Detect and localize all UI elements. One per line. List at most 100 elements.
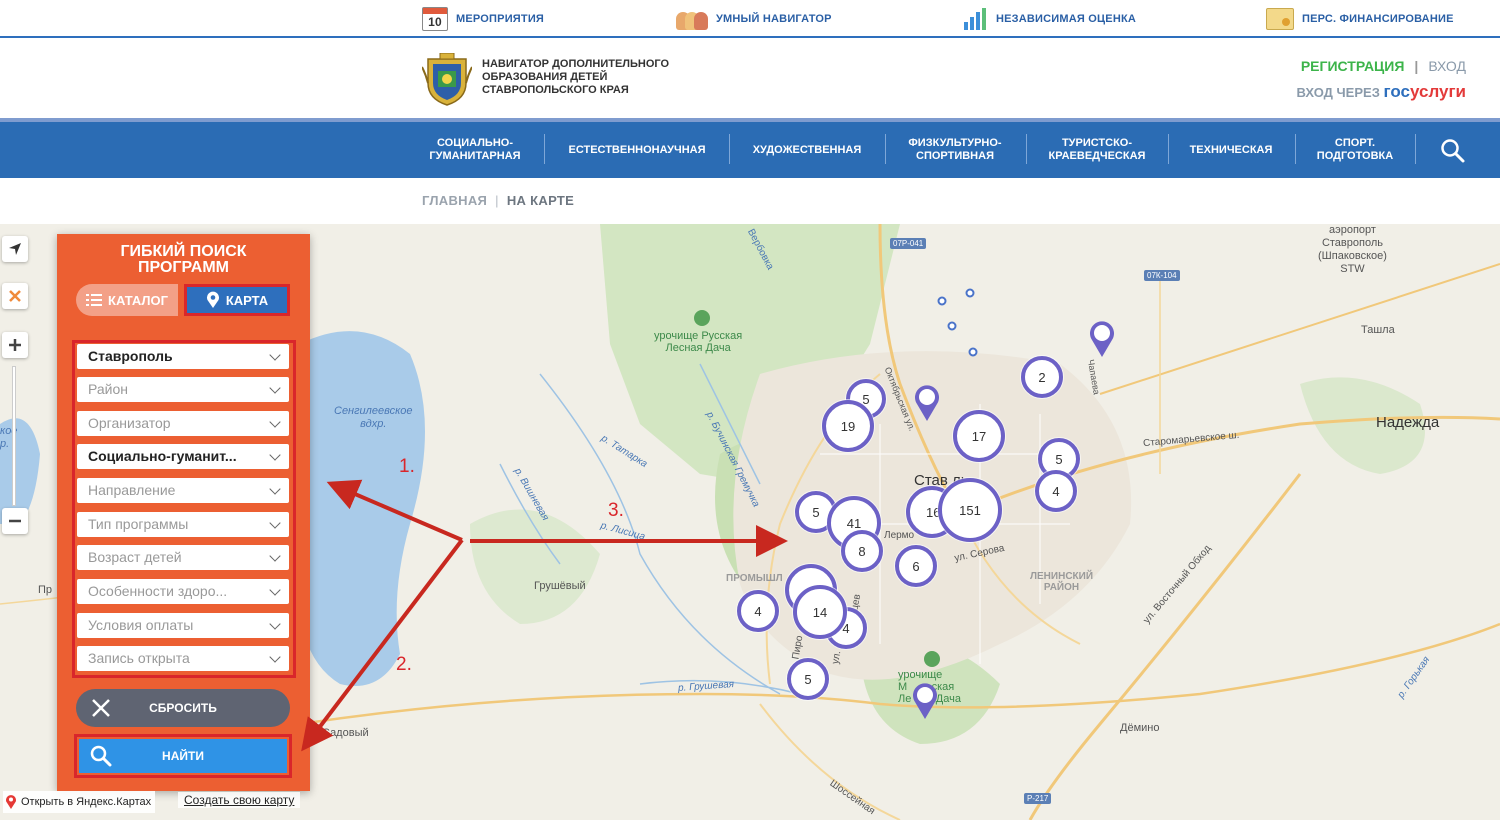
nav-label-line: ЕСТЕСТВЕННОНАУЧНАЯ: [568, 143, 706, 156]
cluster-count: 2: [1038, 369, 1046, 385]
independent-assessment-link[interactable]: НЕЗАВИСИМАЯ ОЦЕНКА: [964, 6, 1136, 32]
nav-technical[interactable]: ТЕХНИЧЕСКАЯ: [1178, 122, 1284, 178]
zoom-out-button[interactable]: [2, 508, 28, 534]
map-cluster[interactable]: 6: [895, 545, 937, 587]
chevron-down-icon: [269, 517, 281, 529]
independent-assessment-label: НЕЗАВИСИМАЯ ОЦЕНКА: [996, 13, 1137, 25]
chevron-down-icon: [269, 651, 281, 663]
cluster-count: 8: [858, 543, 866, 559]
navigation-arrow-icon: [9, 243, 21, 255]
category-nav-bar: СОЦИАЛЬНО- ГУМАНИТАРНАЯ ЕСТЕСТВЕННОНАУЧНА…: [0, 118, 1500, 178]
payment-terms-select-value: Условия оплаты: [88, 617, 194, 633]
nav-label-line: ХУДОЖЕСТВЕННАЯ: [752, 143, 862, 156]
nav-label-line: СПОРТ.: [1334, 137, 1376, 149]
nav-artistic[interactable]: ХУДОЖЕСТВЕННАЯ: [740, 122, 874, 178]
login-link[interactable]: ВХОД: [1428, 58, 1466, 74]
map-pin-icon[interactable]: [913, 384, 941, 422]
road-tag: Р-217: [1024, 793, 1052, 804]
smart-navigator-link[interactable]: УМНЫЙ НАВИГАТОР: [676, 6, 832, 32]
district-select[interactable]: Район: [77, 377, 289, 402]
organizer-select-value: Организатор: [88, 415, 171, 431]
program-type-select[interactable]: Тип программы: [77, 512, 289, 537]
tab-map[interactable]: КАРТА: [184, 284, 290, 316]
search-icon: [90, 745, 112, 767]
events-label: МЕРОПРИЯТИЯ: [456, 13, 545, 25]
map-label-leninsky-district: ЛЕНИНСКИЙ РАЙОН: [1030, 571, 1094, 593]
map-cluster[interactable]: 14: [793, 585, 847, 639]
map-cluster[interactable]: 151: [938, 478, 1002, 542]
children-age-select[interactable]: Возраст детей: [77, 545, 289, 570]
map-cluster[interactable]: 4: [737, 590, 779, 632]
map-cluster[interactable]: 4: [1035, 470, 1077, 512]
close-icon: [9, 290, 21, 302]
map-cluster[interactable]: 2: [1021, 356, 1063, 398]
site-title[interactable]: НАВИГАТОР ДОПОЛНИТЕЛЬНОГО ОБРАЗОВАНИЯ ДЕ…: [482, 58, 722, 97]
breadcrumb: ГЛАВНАЯ | НА КАРТЕ: [422, 193, 574, 208]
smart-navigator-label: УМНЫЙ НАВИГАТОР: [716, 13, 832, 25]
site-header: НАВИГАТОР ДОПОЛНИТЕЛЬНОГО ОБРАЗОВАНИЯ ДЕ…: [0, 40, 1500, 118]
region-crest-logo[interactable]: [422, 53, 472, 107]
tab-catalog-label: КАТАЛОГ: [108, 292, 168, 308]
map-cluster[interactable]: 17: [953, 410, 1005, 462]
city-select[interactable]: Ставрополь: [77, 344, 289, 369]
chevron-down-icon: [269, 618, 281, 630]
map-cluster[interactable]: 8: [841, 530, 883, 572]
gosuslugi-login-link[interactable]: ВХОД ЧЕРЕЗ госуслуги: [1297, 82, 1467, 102]
chevron-down-icon: [269, 449, 281, 461]
breadcrumb-current: НА КАРТЕ: [506, 193, 575, 208]
focus-area-select[interactable]: Социально-гуманит...: [77, 444, 289, 469]
map-pin-icon[interactable]: [1088, 320, 1116, 358]
reset-button[interactable]: СБРОСИТЬ: [76, 689, 290, 727]
zoom-slider[interactable]: [12, 366, 16, 506]
minus-icon: [9, 519, 21, 523]
annotation-number-1: 1.: [399, 456, 415, 477]
map-cluster[interactable]: 19: [822, 400, 874, 452]
site-title-line-2: ОБРАЗОВАНИЯ ДЕТЕЙ: [482, 71, 608, 83]
nav-social-humanitarian[interactable]: СОЦИАЛЬНО- ГУМАНИТАРНАЯ: [416, 122, 534, 178]
geolocation-button[interactable]: [2, 236, 28, 262]
health-features-select[interactable]: Особенности здоро...: [77, 579, 289, 604]
gosuslugi-logo-part-1: гос: [1383, 82, 1410, 101]
open-in-yandex-maps-label: Открыть в Яндекс.Картах: [21, 796, 152, 808]
payment-terms-select[interactable]: Условия оплаты: [77, 613, 289, 638]
map-label-airport: аэропорт Ставрополь (Шпаковское) STW: [1318, 224, 1387, 275]
top-utility-bar: 10 МЕРОПРИЯТИЯ УМНЫЙ НАВИГАТОР НЕЗАВИСИМ…: [0, 0, 1500, 38]
location-pin-icon: [206, 291, 219, 308]
enrollment-open-select[interactable]: Запись открыта: [77, 646, 289, 671]
events-link[interactable]: 10 МЕРОПРИЯТИЯ: [422, 6, 544, 32]
children-age-select-value: Возраст детей: [88, 549, 182, 565]
nav-sports-training[interactable]: СПОРТ. ПОДГОТОВКА: [1305, 122, 1405, 178]
panel-title-line-1: ГИБКИЙ ПОИСК: [120, 243, 247, 260]
clear-route-button[interactable]: [2, 283, 28, 309]
auth-separator: |: [1414, 58, 1419, 74]
nav-label-line: ПОДГОТОВКА: [1316, 150, 1394, 162]
breadcrumb-home[interactable]: ГЛАВНАЯ: [422, 193, 487, 208]
search-icon[interactable]: [1438, 136, 1468, 166]
nav-physical-sports[interactable]: ФИЗКУЛЬТУРНО- СПОРТИВНАЯ: [894, 122, 1016, 178]
tab-catalog[interactable]: КАТАЛОГ: [76, 284, 178, 316]
create-own-map-link[interactable]: Создать свою карту: [178, 792, 301, 808]
direction-select-value: Направление: [88, 482, 176, 498]
direction-select[interactable]: Направление: [77, 478, 289, 503]
find-button[interactable]: НАЙТИ: [79, 739, 287, 773]
cluster-count: 14: [812, 604, 828, 620]
cluster-count: 5: [804, 671, 812, 687]
register-link[interactable]: РЕГИСТРАЦИЯ: [1301, 58, 1405, 74]
open-in-yandex-maps-link[interactable]: Открыть в Яндекс.Картах: [3, 791, 156, 813]
organizer-select[interactable]: Организатор: [77, 411, 289, 436]
breadcrumb-separator: |: [495, 193, 499, 208]
chevron-down-icon: [269, 349, 281, 361]
login-via-label: ВХОД ЧЕРЕЗ: [1296, 85, 1380, 100]
personal-financing-link[interactable]: ПЕРС. ФИНАНСИРОВАНИЕ: [1266, 6, 1454, 32]
map-cluster[interactable]: 5: [787, 658, 829, 700]
nav-natural-science[interactable]: ЕСТЕСТВЕННОНАУЧНАЯ: [556, 122, 718, 178]
nav-tourism-local-history[interactable]: ТУРИСТСКО- КРАЕВЕДЧЕСКАЯ: [1036, 122, 1158, 178]
zoom-in-button[interactable]: [2, 332, 28, 358]
tab-map-label: КАРТА: [225, 292, 269, 308]
map-pin-icon[interactable]: [911, 682, 939, 720]
map-label-reservoir: Сенгилеевское вдхр.: [334, 405, 413, 430]
nav-label-line: ТУРИСТСКО-: [1061, 137, 1133, 149]
program-type-select-value: Тип программы: [88, 516, 189, 532]
health-features-select-value: Особенности здоро...: [88, 583, 228, 599]
map-label-demino: Дёмино: [1120, 722, 1160, 734]
